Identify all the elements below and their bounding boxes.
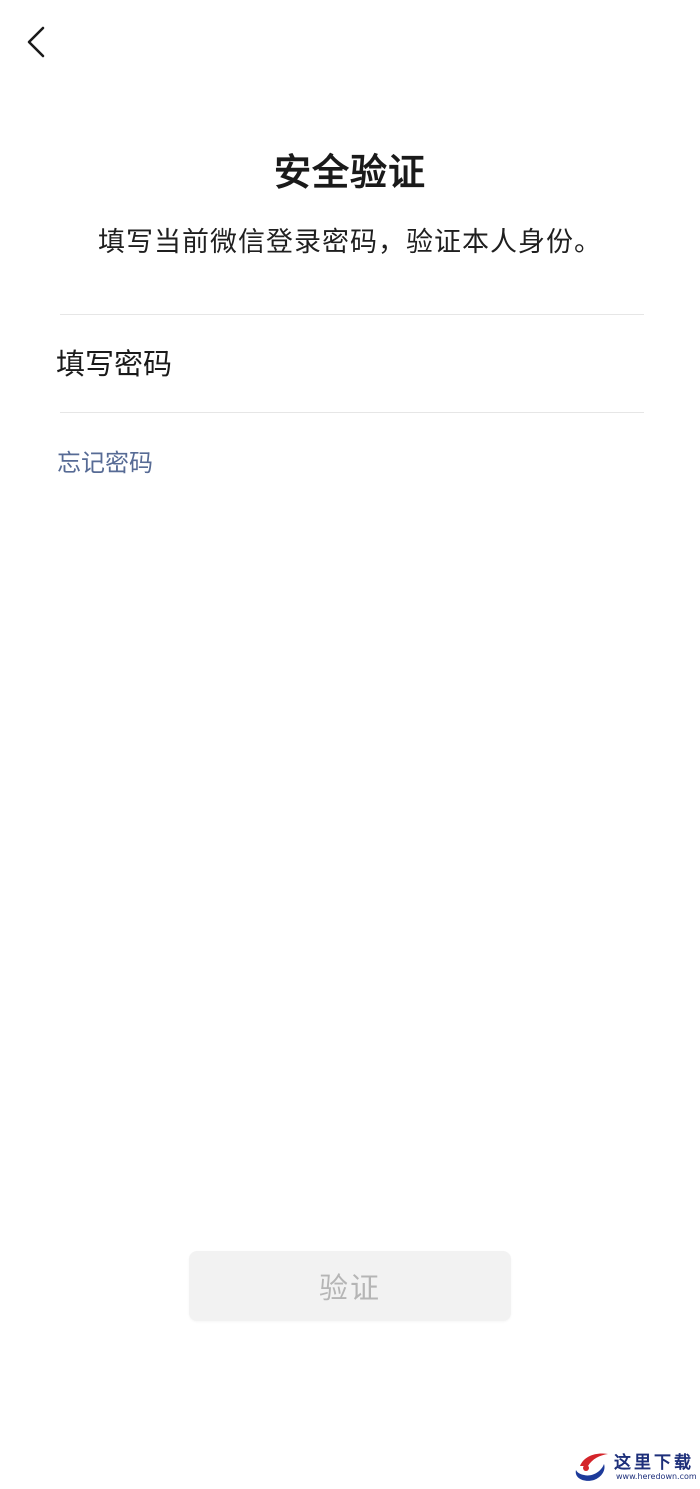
divider: [60, 412, 644, 413]
page-subtitle: 填写当前微信登录密码，验证本人身份。: [98, 227, 602, 258]
watermark-url: www.heredown.com: [616, 1472, 697, 1481]
verify-button[interactable]: 验证: [189, 1251, 511, 1321]
password-input[interactable]: [56, 328, 644, 400]
back-button[interactable]: [14, 18, 58, 66]
watermark-logo-icon: [575, 1453, 608, 1481]
security-verification-page: 安全验证 填写当前微信登录密码，验证本人身份。 忘记密码 验证 这里下载 www…: [0, 0, 700, 1489]
chevron-left-icon: [27, 26, 45, 58]
divider: [60, 314, 644, 315]
forgot-password-link[interactable]: 忘记密码: [57, 443, 153, 478]
watermark-text: 这里下载: [614, 1453, 694, 1473]
page-title: 安全验证: [274, 151, 426, 194]
watermark: 这里下载 www.heredown.com: [570, 1446, 697, 1486]
